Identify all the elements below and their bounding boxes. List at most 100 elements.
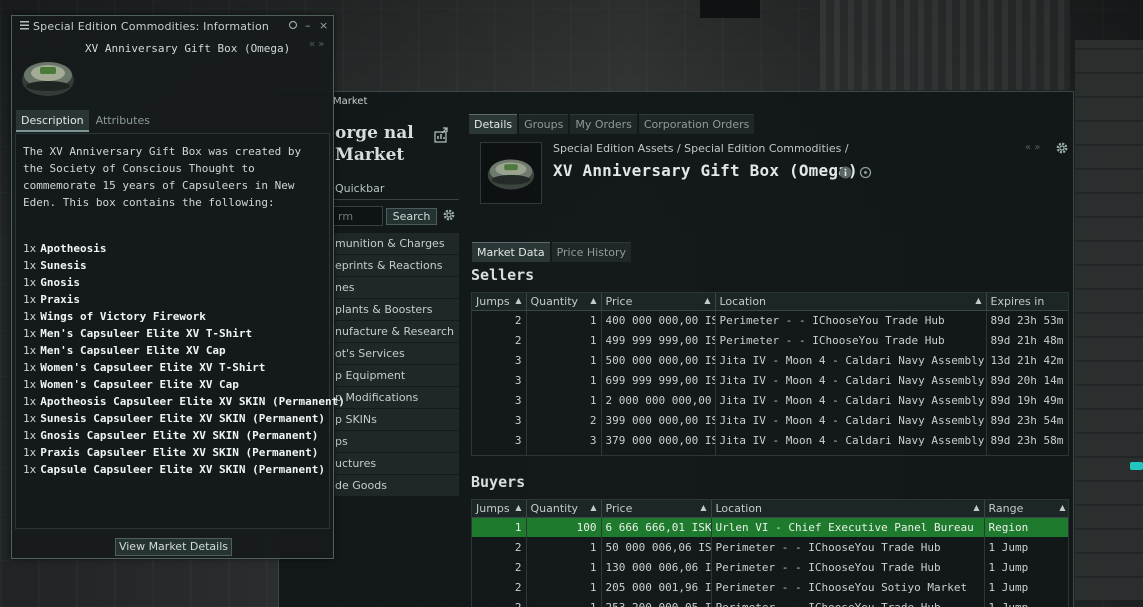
buy-order-row[interactable]: 21130 000 006,06 ISKPerimeter - - IChoos…	[472, 557, 1068, 577]
sort-arrow-icon: ▲	[1059, 502, 1066, 512]
sell-order-row[interactable]: 2 1 499 999 999,00 ISK Perimeter - - IChoos…	[472, 330, 1068, 350]
market-group-item[interactable]: nufacture & Research	[331, 321, 459, 343]
buy-order-row[interactable]: 1 100 6 666 666,01 ISK Urlen VI - Chief Exe…	[472, 517, 1068, 537]
column-header-location[interactable]: Location ▲	[711, 500, 985, 518]
item-icon	[16, 44, 80, 108]
search-button[interactable]: Search	[386, 208, 437, 225]
market-group-item[interactable]: ot's Services	[331, 343, 459, 365]
order-location: Jita IV - Moon 4 - Caldari Navy Assembly…	[715, 450, 987, 455]
gear-icon[interactable]	[1055, 141, 1069, 155]
description-panel[interactable]: The XV Anniversary Gift Box was created …	[15, 133, 345, 529]
column-header-jumps[interactable]: Jumps ▲	[472, 500, 527, 518]
market-group-item[interactable]: ps	[331, 431, 459, 453]
order-range: Region	[984, 517, 1068, 537]
market-window-title: Market	[333, 96, 368, 107]
tab-corporation-orders[interactable]: Corporation Orders	[638, 114, 755, 134]
history-nav-arrows[interactable]: « »	[309, 39, 324, 50]
market-group-item[interactable]: uctures	[331, 453, 459, 475]
market-group-item[interactable]: eprints & Reactions	[331, 255, 459, 277]
info-icon[interactable]	[839, 166, 852, 179]
sort-arrow-icon: ▲	[515, 295, 522, 305]
content-item-quantity: 1x	[23, 293, 37, 306]
content-item-quantity: 1x	[23, 276, 37, 289]
tab-details[interactable]: Details	[469, 114, 518, 134]
buyers-table-container[interactable]: Jumps ▲ Quantity ▲ Price ▲ Location ▲ Range ▲…	[471, 499, 1069, 607]
order-range: 1 Jump	[984, 577, 1068, 597]
column-header-quantity[interactable]: Quantity ▲	[526, 500, 602, 518]
order-price: 205 000 001,96 ISK	[601, 577, 712, 597]
market-group-item[interactable]: p Modifications	[331, 387, 459, 409]
crosshair-icon[interactable]	[859, 166, 872, 179]
content-item-name: Sunesis	[40, 259, 87, 272]
market-group-item[interactable]: p SKINs	[331, 409, 459, 431]
view-market-details-button[interactable]: View Market Details	[115, 538, 232, 556]
column-header-range[interactable]: Range ▲	[984, 500, 1068, 518]
order-quantity: 1	[526, 557, 602, 577]
order-location: Urlen VI - Chief Executive Panel Bureau	[711, 517, 985, 537]
breadcrumb[interactable]: Special Edition Assets / Special Edition…	[553, 142, 849, 155]
tab-price-history[interactable]: Price History	[551, 242, 632, 262]
sell-order-row[interactable]: 31521 000 000,00 ISKJita IV - Moon 4 - C…	[472, 450, 1068, 455]
item-thumbnail[interactable]	[480, 142, 542, 204]
close-button[interactable]: ×	[319, 19, 328, 32]
column-header-price[interactable]: Price ▲	[601, 293, 716, 311]
market-group-item[interactable]: de Goods	[331, 475, 459, 497]
tab-market-data[interactable]: Market Data	[472, 242, 550, 262]
order-price: 500 000 000,00 ISK	[601, 350, 716, 370]
content-item-name: Sunesis Capsuleer Elite XV SKIN (Permane…	[40, 412, 326, 425]
order-jumps: 1	[472, 517, 527, 537]
gear-icon[interactable]	[442, 208, 456, 222]
tab-attributes[interactable]: Attributes	[91, 110, 155, 132]
buy-order-row[interactable]: 2 1 50 000 006,06 ISK Perimeter - - IChoose…	[472, 537, 1068, 557]
quickbar-tab[interactable]: Quickbar	[335, 182, 384, 195]
menu-icon[interactable]	[20, 21, 29, 30]
content-item-quantity: 1x	[23, 412, 37, 425]
content-item-quantity: 1x	[23, 327, 37, 340]
info-window-header[interactable]: Special Edition Commodities: Information…	[12, 16, 333, 36]
sell-order-row[interactable]: 3 1 500 000 000,00 ISK Jita IV - Moon 4 - C…	[472, 350, 1068, 370]
sell-order-row[interactable]: 3 2 399 000 000,00 ISK Jita IV - Moon 4 - C…	[472, 410, 1068, 430]
market-group-item[interactable]: p Equipment	[331, 365, 459, 387]
content-item-name: Gnosis	[40, 276, 80, 289]
market-group-item[interactable]: nes	[331, 277, 459, 299]
content-item-name: Women's Capsuleer Elite XV Cap	[40, 378, 239, 391]
buy-order-row[interactable]: 21253 200 000,05 ISKPerimeter - - IChoos…	[472, 597, 1068, 607]
order-jumps: 3	[472, 370, 527, 390]
order-price: 6 666 666,01 ISK	[601, 517, 712, 537]
sell-order-row[interactable]: 312 000 000 000,00 ISKJita IV - Moon 4 -…	[472, 390, 1068, 410]
sell-order-row[interactable]: 2 1 400 000 000,00 ISK Perimeter - - IChoos…	[472, 310, 1068, 330]
order-quantity: 1	[526, 310, 602, 330]
content-item: 1x Gnosis Capsuleer Elite XV SKIN (Perman…	[23, 427, 327, 444]
column-header-expires[interactable]: Expires in	[986, 293, 1068, 311]
order-jumps: 3	[472, 450, 527, 455]
market-group-item[interactable]: plants & Boosters	[331, 299, 459, 321]
column-header-location[interactable]: Location ▲	[715, 293, 987, 311]
market-group-item[interactable]: munition & Charges	[331, 233, 459, 255]
order-price: 379 000 000,00 ISK	[601, 430, 716, 450]
column-header-jumps[interactable]: Jumps ▲	[472, 293, 527, 311]
sell-order-row[interactable]: 3 1 699 999 999,00 ISK Jita IV - Moon 4 - C…	[472, 370, 1068, 390]
order-location: Perimeter - - IChooseYou Sotiyo Market	[711, 577, 985, 597]
column-header-price[interactable]: Price ▲	[601, 500, 712, 518]
sell-order-row[interactable]: 3 3 379 000 000,00 ISK Jita IV - Moon 4 - C…	[472, 430, 1068, 450]
content-item: 1x Women's Capsuleer Elite XV Cap	[23, 376, 327, 393]
sellers-table-container[interactable]: Jumps ▲ Quantity ▲ Price ▲ Location ▲ Expire…	[471, 292, 1069, 456]
scene-structure	[700, 0, 760, 18]
sort-arrow-icon: ▲	[700, 502, 707, 512]
buy-order-row[interactable]: 21205 000 001,96 ISKPerimeter - - IChoos…	[472, 577, 1068, 597]
order-quantity: 1	[526, 390, 602, 410]
order-jumps: 3	[472, 390, 527, 410]
tab-groups[interactable]: Groups	[519, 114, 569, 134]
export-list-icon[interactable]	[433, 127, 449, 143]
tab-description[interactable]: Description	[16, 110, 89, 132]
order-range: 1 Jump	[984, 557, 1068, 577]
info-window: Special Edition Commodities: Information…	[11, 15, 345, 559]
content-item-name: Wings of Victory Firework	[40, 310, 206, 323]
market-search-input[interactable]	[333, 206, 383, 226]
minimize-button[interactable]: –	[305, 19, 311, 32]
pin-icon[interactable]	[288, 20, 298, 30]
tab-my-orders[interactable]: My Orders	[570, 114, 637, 134]
column-header-quantity[interactable]: Quantity ▲	[526, 293, 602, 311]
history-nav-arrows[interactable]: « »	[1025, 142, 1040, 153]
order-jumps: 2	[472, 330, 527, 350]
